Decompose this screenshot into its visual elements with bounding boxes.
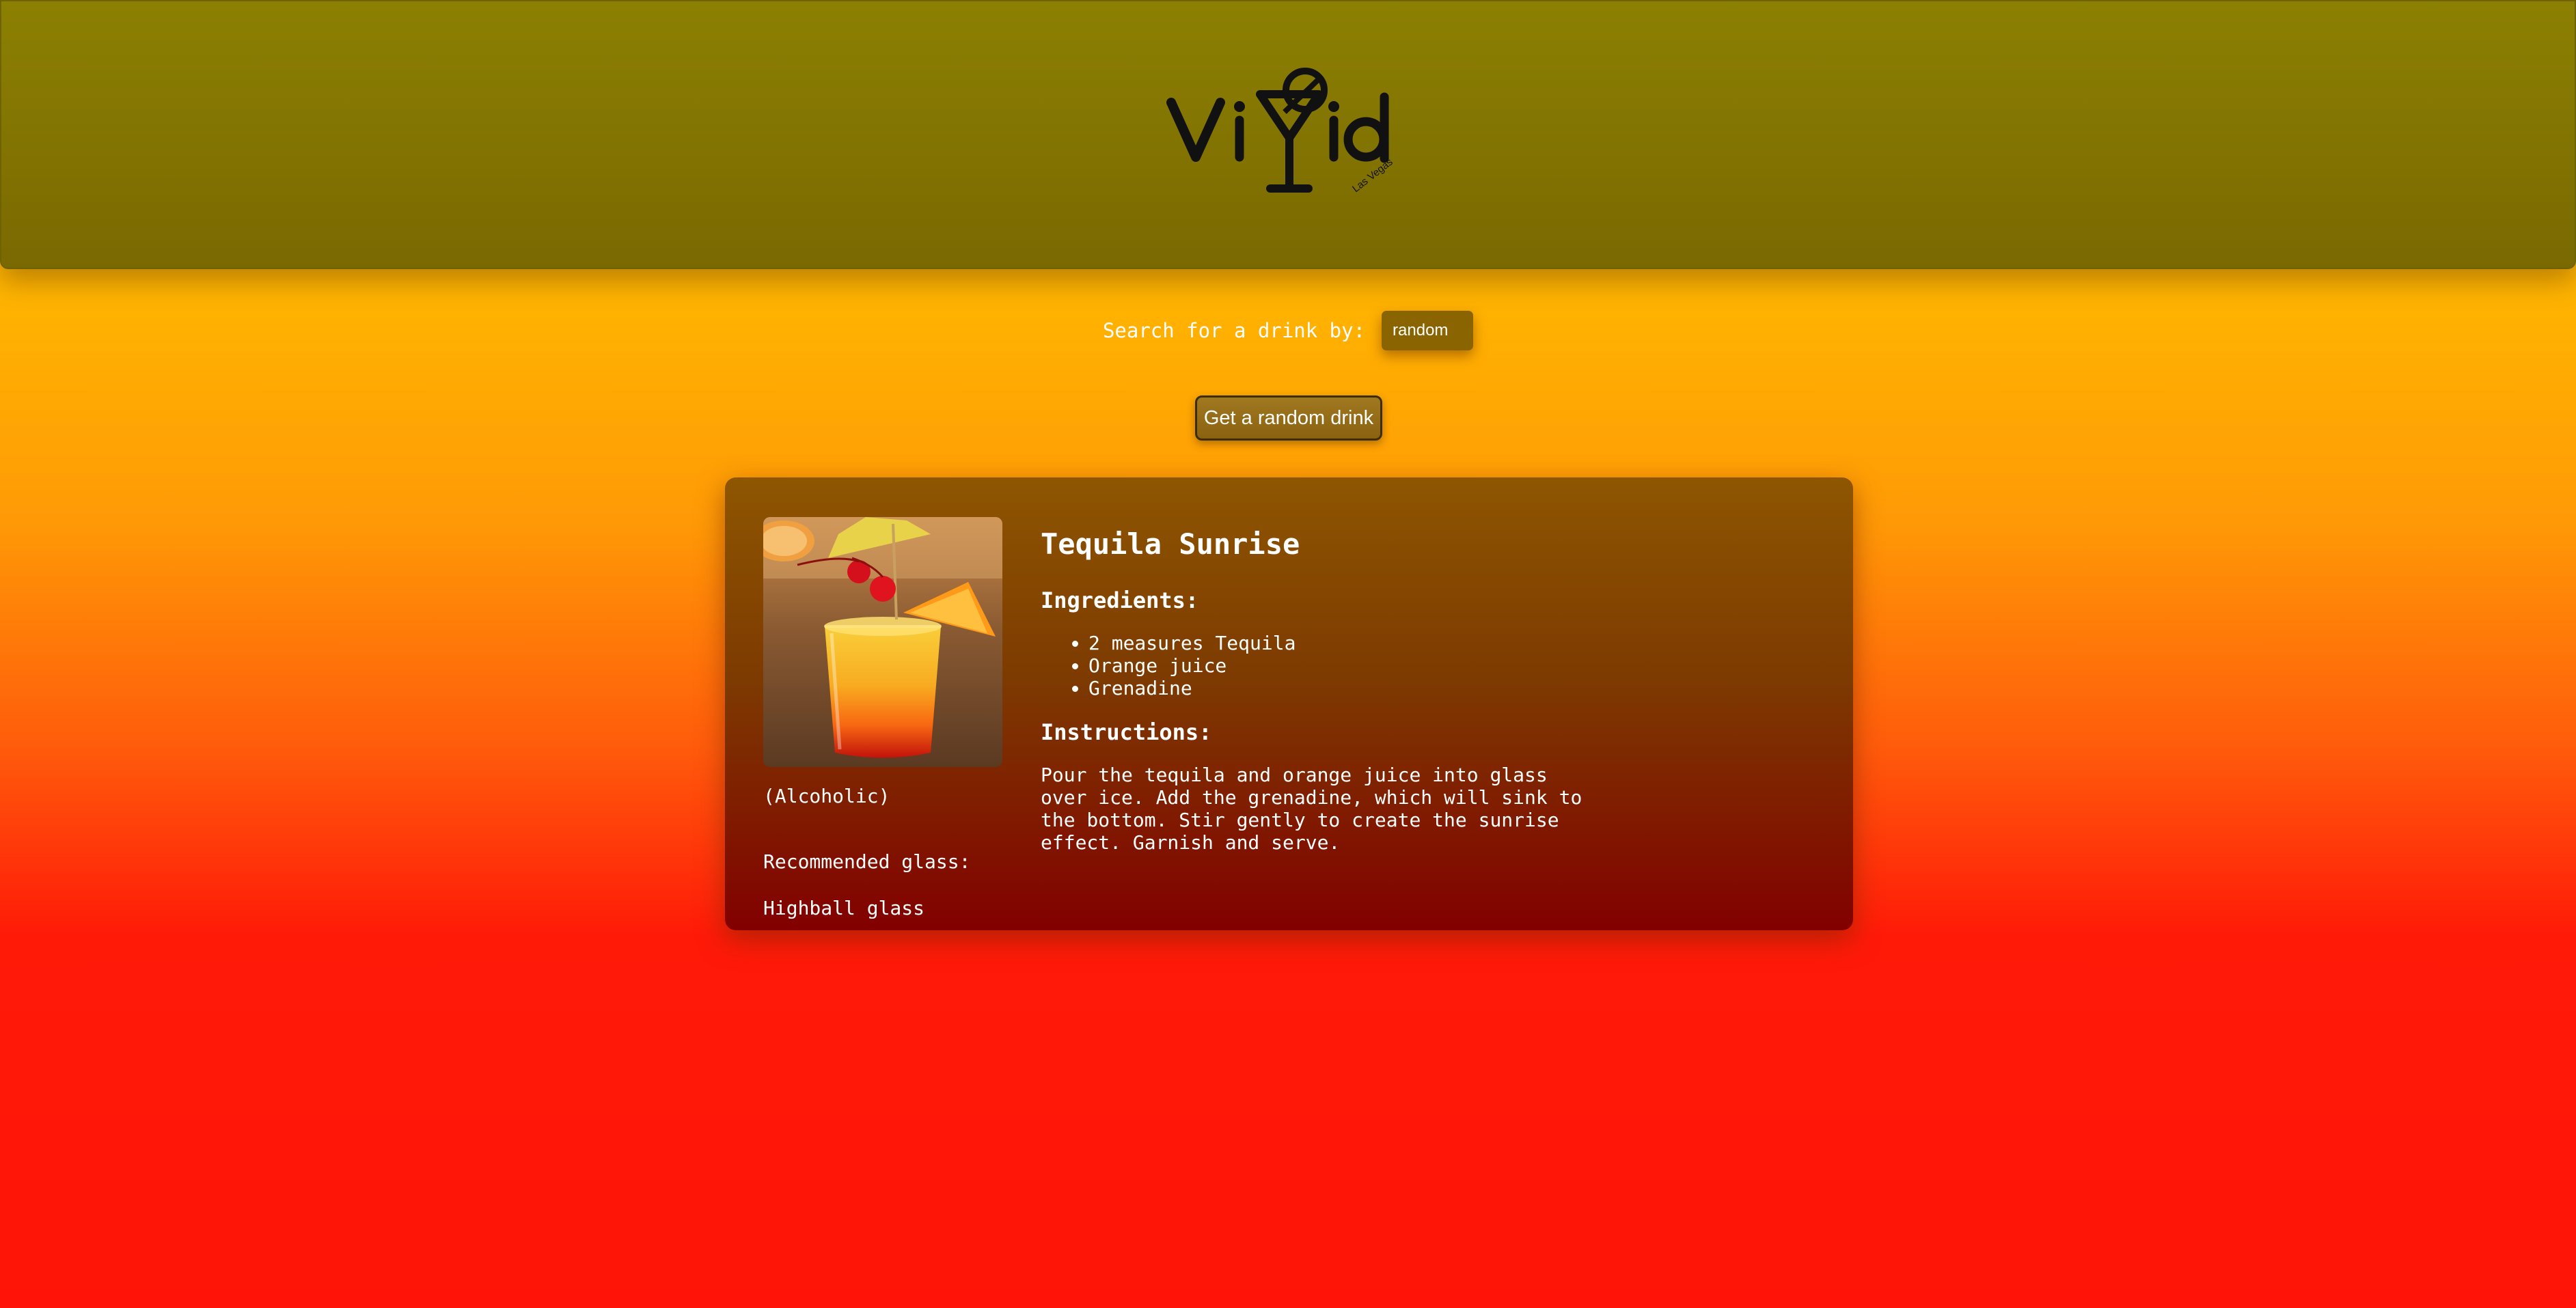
instructions-text: Pour the tequila and orange juice into g…	[1041, 764, 1582, 854]
drink-name: Tequila Sunrise	[1041, 527, 1300, 561]
drink-card: (Alcoholic) Recommended glass: Highball …	[725, 477, 1853, 930]
glass-label: Recommended glass:	[763, 850, 971, 873]
search-label: Search for a drink by:	[1102, 319, 1366, 342]
drink-details: Tequila Sunrise Ingredients: 2 measures …	[1041, 525, 1601, 854]
glass-info: Recommended glass: Highball glass	[763, 827, 1023, 943]
ingredients-list: 2 measures Tequila Orange juice Grenadin…	[1041, 632, 1601, 699]
header: Las Vegas	[0, 0, 2576, 269]
search-type-select[interactable]: random	[1382, 311, 1474, 350]
logo-subtext: Las Vegas	[1350, 156, 1395, 195]
drink-image	[763, 517, 1002, 767]
search-row: Search for a drink by: random	[0, 311, 2576, 350]
vivid-logo[interactable]: Las Vegas	[1163, 63, 1423, 213]
ingredient-item: 2 measures Tequila	[1088, 632, 1601, 654]
ingredients-heading: Ingredients:	[1041, 587, 1199, 613]
ingredient-item: Orange juice	[1088, 654, 1601, 677]
glass-value: Highball glass	[763, 897, 925, 919]
instructions-heading: Instructions:	[1041, 719, 1212, 745]
get-random-drink-button[interactable]: Get a random drink	[1195, 395, 1382, 441]
ingredient-item: Grenadine	[1088, 677, 1601, 699]
drink-category: (Alcoholic)	[763, 785, 890, 807]
